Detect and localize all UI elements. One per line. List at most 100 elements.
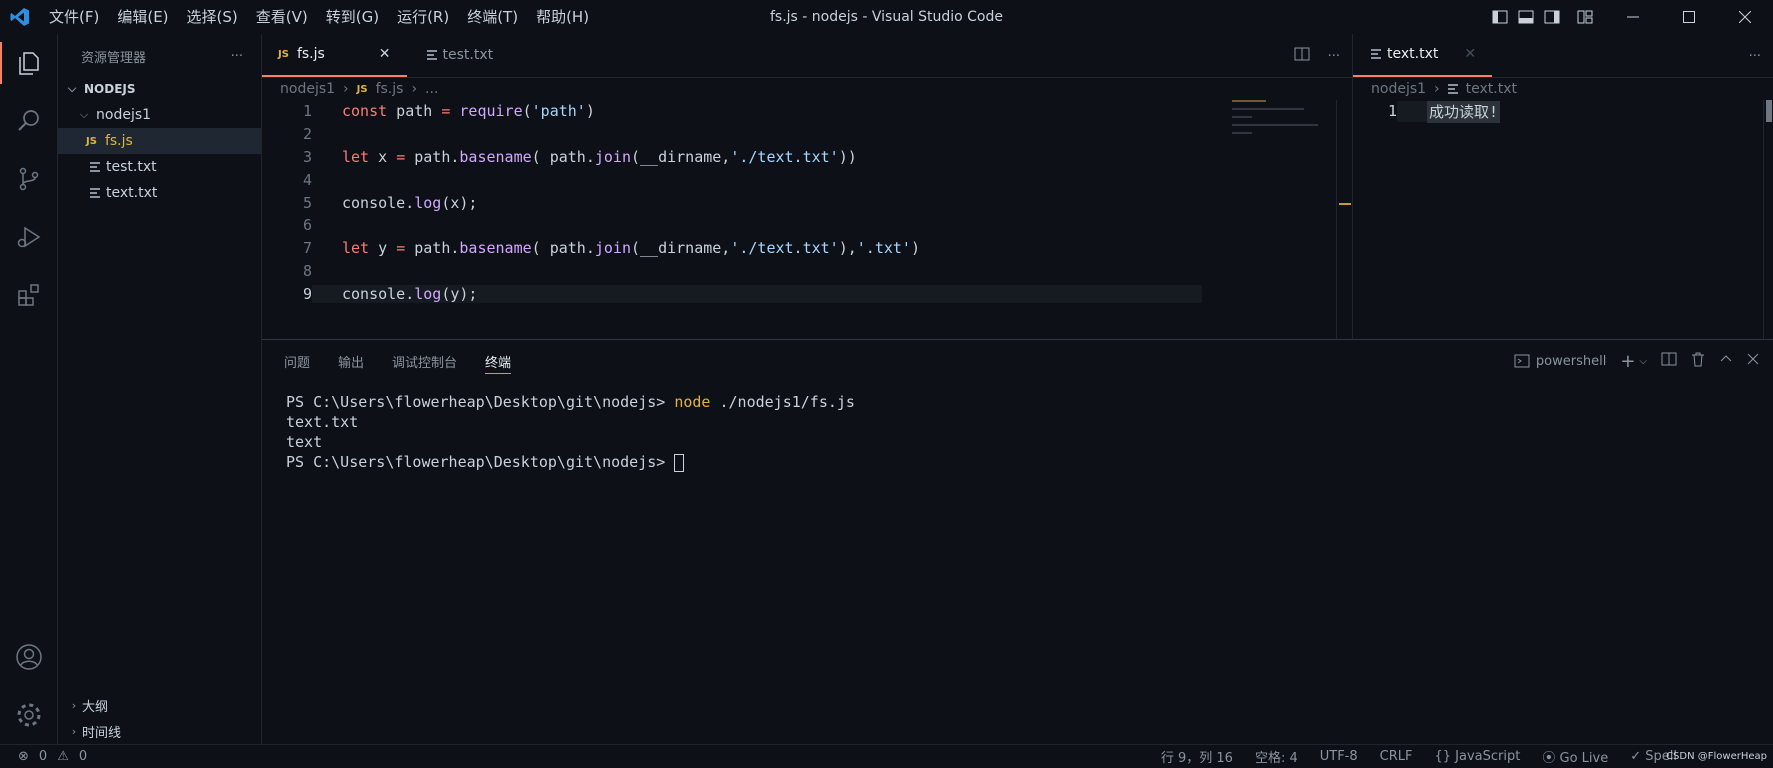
- tab-terminal[interactable]: 终端: [485, 340, 512, 382]
- text-file-icon: [90, 188, 100, 198]
- menu-bar: 文件(F) 编辑(E) 选择(S) 查看(V) 转到(G) 运行(R) 终端(T…: [40, 0, 598, 34]
- minimap[interactable]: [1232, 100, 1336, 340]
- toggle-sidebar-icon[interactable]: [1487, 0, 1513, 34]
- editor-group-main: JS fs.js ✕ test.txt ··· nodejs1 › JS fs.…: [262, 33, 1352, 339]
- encoding[interactable]: UTF-8: [1320, 749, 1358, 764]
- chevron-right-icon: ›: [1434, 81, 1440, 97]
- code-line: 7 let y = path.basename( path.join(__dirn…: [302, 239, 920, 258]
- source-control-icon[interactable]: [0, 150, 58, 208]
- outline-section[interactable]: › 大纲: [58, 692, 262, 718]
- customize-layout-icon[interactable]: [1565, 0, 1605, 34]
- chevron-down-icon[interactable]: ⌵: [1639, 356, 1647, 367]
- folder-nodejs1[interactable]: ⌵ nodejs1: [58, 102, 261, 128]
- file-item-text-txt[interactable]: text.txt: [58, 180, 261, 206]
- scroll-thumb[interactable]: [1766, 100, 1772, 122]
- error-icon: ⊗: [18, 749, 29, 764]
- menu-edit[interactable]: 编辑(E): [108, 0, 177, 34]
- maximize-panel-icon[interactable]: [1719, 352, 1733, 370]
- code-line-current: 9 console.log(y);: [262, 282, 1352, 305]
- code-line: 6: [302, 216, 312, 235]
- chevron-down-icon: ⌵: [67, 82, 77, 95]
- indentation[interactable]: 空格: 4: [1255, 747, 1298, 766]
- menu-help[interactable]: 帮助(H): [527, 0, 598, 34]
- close-panel-icon[interactable]: [1747, 353, 1759, 369]
- chevron-right-icon: ›: [71, 698, 77, 712]
- text-file-icon: [90, 162, 100, 172]
- tab-fs-js[interactable]: JS fs.js ✕: [262, 33, 407, 77]
- code-line: 5 console.log(x);: [302, 193, 478, 212]
- status-bar: ⊗ 0 ⚠ 0 行 9，列 16 空格: 4 UTF-8 CRLF {} JavaS…: [0, 744, 1773, 768]
- code-line-current: 1 成功读取!: [1387, 100, 1501, 123]
- minimize-icon[interactable]: [1605, 0, 1661, 34]
- more-actions-icon[interactable]: ···: [231, 49, 243, 64]
- close-tab-icon[interactable]: ✕: [1464, 46, 1476, 62]
- text-file-icon: [1447, 84, 1458, 94]
- toggle-secondary-sidebar-icon[interactable]: [1539, 0, 1565, 34]
- breadcrumb: nodejs1 › JS fs.js › ...: [280, 81, 439, 97]
- terminal-line: text: [286, 433, 323, 451]
- explorer-title: 资源管理器: [81, 50, 147, 66]
- code-line: 2: [302, 125, 312, 144]
- tab-debug-console[interactable]: 调试控制台: [392, 340, 457, 382]
- more-actions-icon[interactable]: ···: [1328, 49, 1340, 64]
- check-icon: ✓: [1630, 749, 1642, 764]
- menu-run[interactable]: 运行(R): [388, 0, 458, 34]
- trash-icon[interactable]: [1691, 351, 1705, 371]
- settings-gear-icon[interactable]: [0, 686, 58, 744]
- terminal-line: PS C:\Users\flowerheap\Desktop\git\nodej…: [286, 393, 855, 411]
- end-of-line[interactable]: CRLF: [1380, 749, 1413, 764]
- tab-text-txt[interactable]: text.txt ✕: [1353, 33, 1493, 77]
- tab-output[interactable]: 输出: [338, 340, 364, 382]
- menu-file[interactable]: 文件(F): [40, 0, 108, 34]
- terminal-cursor: [674, 453, 685, 472]
- vscode-logo-icon: [0, 0, 40, 34]
- menu-go[interactable]: 转到(G): [317, 0, 388, 34]
- split-terminal-icon[interactable]: [1661, 351, 1677, 371]
- activity-bar: [0, 34, 58, 744]
- terminal[interactable]: PS C:\Users\flowerheap\Desktop\git\nodej…: [262, 382, 1773, 472]
- terminal-shell-selector[interactable]: powershell: [1514, 353, 1606, 369]
- new-terminal-icon[interactable]: +: [1620, 351, 1635, 372]
- editor-group-side: text.txt ✕ ··· nodejs1 › text.txt 1 成功读取…: [1352, 33, 1773, 339]
- close-tab-icon[interactable]: ✕: [379, 46, 391, 62]
- file-item-test-txt[interactable]: test.txt: [58, 154, 261, 180]
- terminal-line: text.txt: [286, 413, 359, 431]
- language-mode[interactable]: {} JavaScript: [1434, 749, 1520, 764]
- window-controls: [1487, 0, 1773, 34]
- chevron-down-icon: ⌵: [79, 108, 89, 121]
- accounts-icon[interactable]: [0, 628, 58, 686]
- explorer-sidebar: 资源管理器 ··· ⌵ NODEJS ⌵ nodejs1 JS fs.js te…: [58, 34, 262, 744]
- menu-terminal[interactable]: 终端(T): [458, 0, 527, 34]
- file-item-fs-js[interactable]: JS fs.js: [58, 128, 261, 154]
- menu-view[interactable]: 查看(V): [247, 0, 317, 34]
- search-icon[interactable]: [0, 92, 58, 150]
- menu-selection[interactable]: 选择(S): [178, 0, 247, 34]
- more-actions-icon[interactable]: ···: [1749, 49, 1761, 64]
- explorer-icon[interactable]: [0, 34, 58, 92]
- toggle-panel-icon[interactable]: [1513, 0, 1539, 34]
- workspace-root[interactable]: ⌵ NODEJS: [58, 76, 261, 102]
- split-editor-icon[interactable]: [1294, 46, 1310, 66]
- run-debug-icon[interactable]: [0, 208, 58, 266]
- text-file-icon: [1371, 49, 1381, 59]
- extensions-icon[interactable]: [0, 266, 58, 324]
- editor-scrollbar[interactable]: [1336, 100, 1352, 339]
- tab-test-txt[interactable]: test.txt: [407, 33, 510, 77]
- code-line: 1 const path = require('path'): [302, 102, 595, 121]
- problems-summary[interactable]: ⊗ 0 ⚠ 0: [0, 749, 87, 764]
- timeline-section[interactable]: › 时间线: [58, 718, 262, 744]
- code-editor[interactable]: 1 成功读取!: [1353, 100, 1773, 123]
- go-live-button[interactable]: ⦿ Go Live: [1542, 747, 1608, 766]
- close-window-icon[interactable]: [1717, 0, 1773, 34]
- editor-scrollbar[interactable]: [1763, 100, 1773, 339]
- scroll-marker: [1339, 203, 1351, 205]
- text-file-icon: [426, 50, 437, 60]
- tab-problems[interactable]: 问题: [284, 340, 310, 382]
- chevron-right-icon: ›: [71, 724, 77, 738]
- javascript-file-icon: JS: [356, 83, 368, 95]
- breadcrumb: nodejs1 › text.txt: [1371, 81, 1517, 97]
- cursor-position[interactable]: 行 9，列 16: [1161, 747, 1233, 766]
- maximize-icon[interactable]: [1661, 0, 1717, 34]
- code-line: 8: [302, 261, 312, 280]
- code-editor[interactable]: 1 const path = require('path') 2 3 let x =…: [262, 100, 1352, 305]
